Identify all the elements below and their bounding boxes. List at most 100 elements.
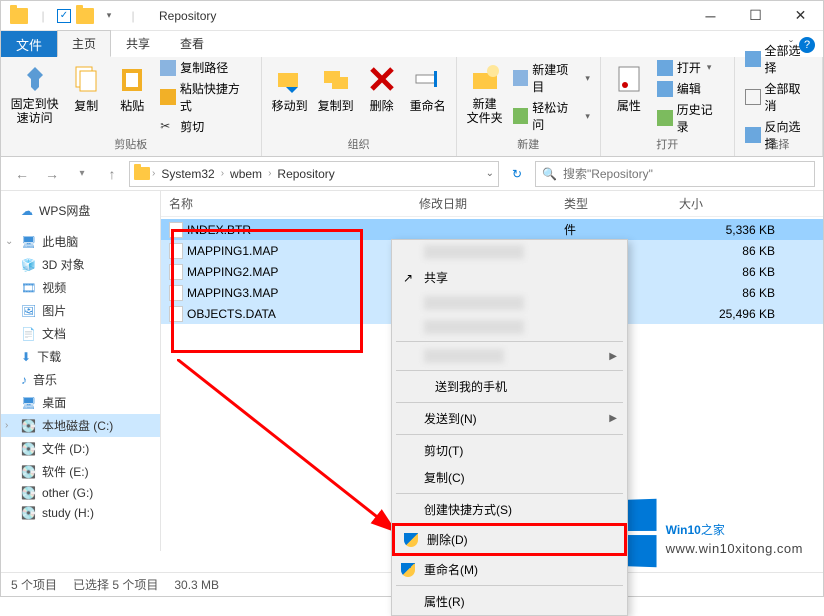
drive-icon: 💽: [21, 442, 36, 456]
col-type[interactable]: 类型: [564, 195, 679, 212]
address-bar[interactable]: › System32 › wbem › Repository ⌄: [129, 161, 499, 187]
ctx-create-shortcut[interactable]: 创建快捷方式(S): [392, 496, 627, 523]
sidebar-item-music[interactable]: ♪音乐: [1, 368, 160, 391]
breadcrumb-segment[interactable]: Repository: [273, 167, 338, 181]
ctx-item-blurred[interactable]: [392, 240, 627, 264]
delete-x-icon: [366, 63, 398, 95]
sidebar-item-pc[interactable]: ⌄🖥此电脑: [1, 230, 160, 253]
sidebar-item-drive-g[interactable]: 💽other (G:): [1, 483, 160, 503]
new-item-button[interactable]: 新建项目▾: [511, 60, 592, 96]
col-name[interactable]: 名称: [169, 195, 419, 212]
ctx-sendto[interactable]: 发送到(N)▶: [392, 405, 627, 432]
ctx-item-blurred[interactable]: [392, 315, 627, 339]
tab-file[interactable]: 文件: [1, 31, 57, 57]
ctx-send-phone[interactable]: ㅤ送到我的手机: [392, 373, 627, 400]
pc-icon: 🖥: [21, 235, 36, 249]
cube-icon: 🧊: [21, 258, 36, 272]
ctx-item-blurred[interactable]: [392, 291, 627, 315]
sidebar-item-pictures[interactable]: 🖼图片: [1, 299, 160, 322]
history-button[interactable]: 历史记录: [655, 100, 726, 136]
col-size[interactable]: 大小: [679, 195, 723, 212]
paste-shortcut-button[interactable]: 粘贴快捷方式: [158, 79, 252, 115]
select-all-button[interactable]: 全部选择: [743, 41, 814, 77]
ctx-item-blurred[interactable]: ▶: [392, 344, 627, 368]
file-name: OBJECTS.DATA: [187, 307, 276, 321]
column-headers[interactable]: 名称 修改日期 类型 大小: [161, 191, 823, 217]
copy-path-button[interactable]: 复制路径: [158, 58, 252, 77]
ctx-copy[interactable]: 复制(C): [392, 464, 627, 491]
back-button[interactable]: ←: [9, 161, 35, 187]
close-button[interactable]: ✕: [778, 1, 823, 31]
file-icon: [169, 285, 183, 301]
qat-dropdown[interactable]: ▾: [99, 6, 119, 26]
pin-button[interactable]: 固定到快 速访问: [9, 61, 60, 133]
copyto-button[interactable]: 复制到: [316, 61, 356, 133]
up-button[interactable]: ↑: [99, 161, 125, 187]
ctx-delete[interactable]: 删除(D): [392, 523, 627, 556]
properties-button[interactable]: 属性: [609, 61, 649, 133]
file-name: INDEX.BTR: [187, 223, 251, 237]
ctx-cut[interactable]: 剪切(T): [392, 437, 627, 464]
easy-access-button[interactable]: 轻松访问▾: [511, 98, 592, 134]
quick-access-toolbar: | ✓ ▾ |: [1, 6, 151, 26]
sidebar-item-3d[interactable]: 🧊3D 对象: [1, 253, 160, 276]
newitem-icon: [513, 70, 529, 86]
ctx-share[interactable]: ↗共享: [392, 264, 627, 291]
breadcrumb-segment[interactable]: System32: [157, 167, 218, 181]
forward-button[interactable]: →: [39, 161, 65, 187]
tab-share[interactable]: 共享: [111, 30, 165, 57]
shield-icon: [403, 532, 419, 548]
watermark-title: Win10之家: [666, 510, 803, 541]
file-row[interactable]: INDEX.BTR件5,336 KB: [161, 219, 823, 240]
title-bar: | ✓ ▾ | Repository ─ ☐ ✕: [1, 1, 823, 31]
delete-button[interactable]: 删除: [362, 61, 402, 133]
breadcrumb-segment[interactable]: wbem: [226, 167, 266, 181]
ribbon-tabs: 文件 主页 共享 查看 ˇ ?: [1, 31, 823, 57]
recent-dropdown[interactable]: ▾: [69, 161, 95, 187]
sidebar-item-drive-e[interactable]: 💽软件 (E:): [1, 460, 160, 483]
address-dropdown[interactable]: ⌄: [486, 168, 494, 179]
tab-view[interactable]: 查看: [165, 30, 219, 57]
col-date[interactable]: 修改日期: [419, 195, 564, 212]
chevron-right-icon[interactable]: ›: [5, 420, 8, 431]
download-icon: ⬇: [21, 350, 31, 364]
context-menu: ↗共享 ▶ ㅤ送到我的手机 发送到(N)▶ 剪切(T) 复制(C) 创建快捷方式…: [391, 239, 628, 616]
sidebar-item-wps[interactable]: ☁WPS网盘: [1, 199, 160, 222]
sidebar-item-documents[interactable]: 📄文档: [1, 322, 160, 345]
maximize-button[interactable]: ☐: [733, 1, 778, 31]
moveto-button[interactable]: 移动到: [270, 61, 310, 133]
ctx-separator: [396, 434, 623, 435]
group-select: 选择: [743, 134, 814, 152]
minimize-button[interactable]: ─: [688, 1, 733, 31]
new-folder-button[interactable]: 新建 文件夹: [465, 61, 505, 133]
sidebar-item-downloads[interactable]: ⬇下载: [1, 345, 160, 368]
sidebar-item-video[interactable]: 🎞视频: [1, 276, 160, 299]
ctx-rename[interactable]: 重命名(M): [392, 556, 627, 583]
edit-button[interactable]: 编辑: [655, 79, 726, 98]
rename-button[interactable]: 重命名: [408, 61, 448, 133]
shortcut-icon: [160, 89, 176, 105]
nav-bar: ← → ▾ ↑ › System32 › wbem › Repository ⌄…: [1, 157, 823, 191]
sidebar-item-drive-c[interactable]: ›💽本地磁盘 (C:): [1, 414, 160, 437]
sidebar-item-drive-d[interactable]: 💽文件 (D:): [1, 437, 160, 460]
group-organize: 组织: [270, 134, 448, 152]
search-input[interactable]: [563, 167, 808, 181]
cloud-icon: ☁: [21, 204, 33, 218]
search-icon: 🔍: [542, 167, 557, 181]
drive-icon: 💽: [21, 465, 36, 479]
ctx-properties[interactable]: 属性(R): [392, 588, 627, 615]
open-button[interactable]: 打开▾: [655, 58, 726, 77]
select-none-button[interactable]: 全部取消: [743, 79, 814, 115]
tab-home[interactable]: 主页: [57, 30, 111, 57]
copy-button[interactable]: 复制: [66, 61, 106, 133]
search-box[interactable]: 🔍: [535, 161, 815, 187]
drive-icon: 💽: [21, 419, 36, 433]
chevron-down-icon[interactable]: ⌄: [5, 236, 13, 247]
paste-button[interactable]: 粘贴: [112, 61, 152, 133]
picture-icon: 🖼: [21, 304, 36, 318]
music-icon: ♪: [21, 373, 27, 387]
sidebar-item-drive-h[interactable]: 💽study (H:): [1, 503, 160, 523]
sidebar-item-desktop[interactable]: 🖥桌面: [1, 391, 160, 414]
checkbox-icon[interactable]: ✓: [57, 9, 71, 23]
refresh-button[interactable]: ↻: [503, 161, 531, 187]
